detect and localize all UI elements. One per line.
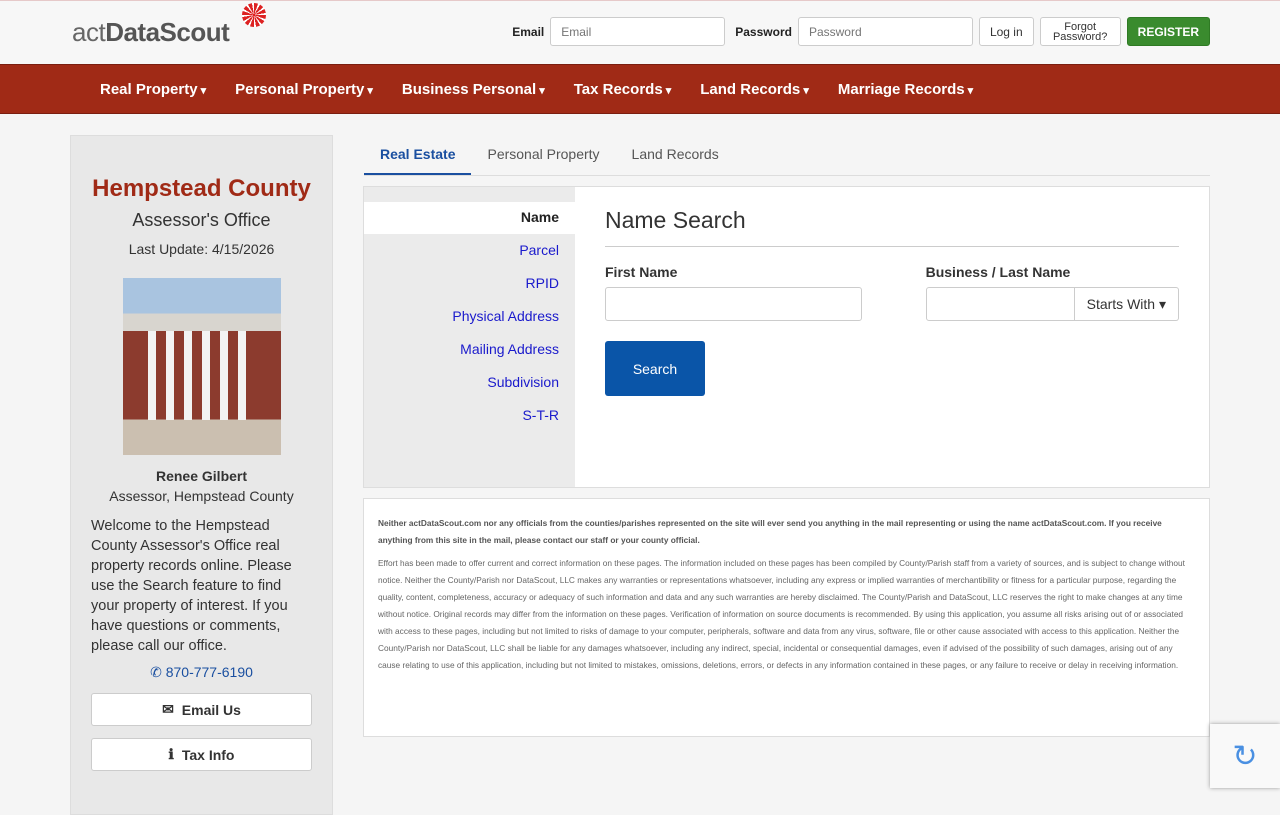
courthouse-photo [122,278,281,455]
password-label: Password [735,24,792,39]
logo-text-bold: DataScout [105,17,230,47]
search-panel: Name Parcel RPID Physical Address Mailin… [363,186,1210,488]
nav-marriage-records[interactable]: Marriage Records [838,81,973,98]
main-nav: Real Property Personal Property Business… [0,64,1280,114]
phone-number: 870-777-6190 [165,664,253,680]
search-type-rpid[interactable]: RPID [364,267,575,300]
recaptcha-icon: ↻ [1232,739,1258,773]
nav-real-property[interactable]: Real Property [100,81,206,98]
phone-link[interactable]: ✆ 870-777-6190 [71,664,332,681]
login-form: Email Password Log in Forgot Password? R… [508,17,1210,46]
tab-personal-property[interactable]: Personal Property [471,136,615,175]
password-input[interactable] [797,17,973,46]
disclaimer: Neither actDataScout.com nor any officia… [363,498,1210,737]
county-name: Hempstead County [92,175,311,202]
search-type-parcel[interactable]: Parcel [364,234,575,267]
tab-real-estate[interactable]: Real Estate [364,136,472,175]
email-input[interactable] [550,17,726,46]
email-us-button[interactable]: ✉ Email Us [91,693,312,726]
nav-tax-records[interactable]: Tax Records [574,81,672,98]
sidebar: Hempstead County Assessor's Office Last … [70,135,333,815]
email-us-label: Email Us [181,701,241,718]
welcome-text: Welcome to the Hempstead County Assessor… [91,518,292,654]
search-type-list: Name Parcel RPID Physical Address Mailin… [364,187,575,487]
email-label: Email [512,24,545,39]
last-name-label: Business / Last Name [925,264,1071,280]
tax-info-button[interactable]: ℹ Tax Info [91,738,312,771]
search-type-str[interactable]: S-T-R [364,399,575,432]
name-search-form: Name Search First Name Business / Last N… [575,187,1209,487]
search-type-physical-address[interactable]: Physical Address [364,300,575,333]
mail-notice: Neither actDataScout.com nor any officia… [378,518,1162,545]
search-type-mailing-address[interactable]: Mailing Address [364,333,575,366]
logo[interactable]: actDataScout [72,3,266,48]
search-button[interactable]: Search [605,341,705,396]
envelope-icon: ✉ [162,701,174,717]
nav-business-personal[interactable]: Business Personal [402,81,545,98]
forgot-password-button[interactable]: Forgot Password? [1039,17,1121,46]
info-icon: ℹ [168,746,174,762]
caret-down-icon: ▾ [1155,296,1166,312]
assessor-name: Renee Gilbert [155,468,248,484]
recaptcha-badge[interactable]: ↻ [1210,724,1280,788]
first-name-input[interactable] [605,287,862,321]
last-update: Last Update: 4/15/2026 [128,241,275,257]
first-name-label: First Name [605,264,678,280]
office-name: Assessor's Office [132,210,271,230]
header: actDataScout Email Password Log in Forgo… [0,0,1280,64]
record-tabs: Real Estate Personal Property Land Recor… [364,136,1210,176]
match-mode-dropdown[interactable]: Starts With ▾ [1074,287,1179,321]
assessor-title: Assessor, Hempstead County [109,488,294,504]
match-mode-value: Starts With [1086,296,1156,312]
nav-personal-property[interactable]: Personal Property [235,81,373,98]
logo-text: act [72,17,106,47]
search-type-subdivision[interactable]: Subdivision [364,366,575,399]
register-button[interactable]: REGISTER [1126,17,1210,46]
last-name-input[interactable] [925,287,1075,321]
disclaimer-body: Effort has been made to offer current an… [378,558,1185,670]
phone-icon: ✆ [150,664,166,680]
form-title: Name Search [605,207,1179,247]
logo-icon [242,3,266,27]
search-type-name[interactable]: Name [364,202,575,234]
nav-land-records[interactable]: Land Records [700,81,809,98]
tax-info-label: Tax Info [181,746,235,763]
tab-land-records[interactable]: Land Records [616,136,735,175]
login-button[interactable]: Log in [978,17,1034,46]
